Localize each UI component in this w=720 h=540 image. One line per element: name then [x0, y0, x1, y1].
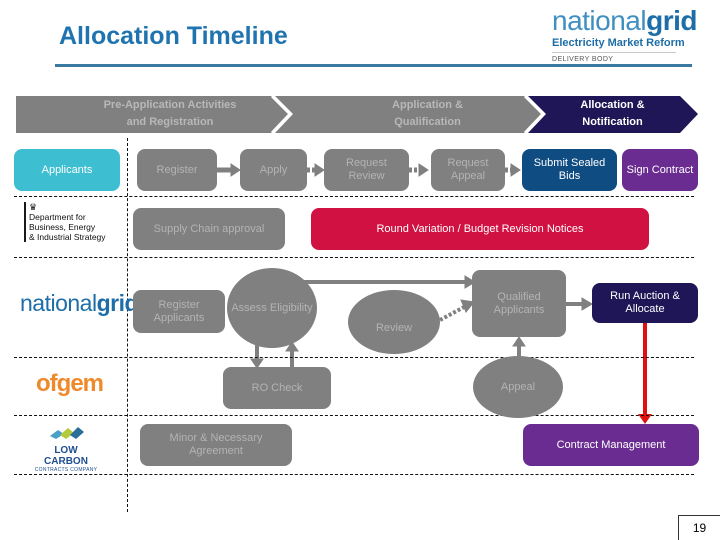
- step-register-applicants[interactable]: Register Applicants: [133, 290, 225, 333]
- step-submit-sealed-bids[interactable]: Submit Sealed Bids: [522, 149, 617, 191]
- phase-label-pre-application: Pre-Application Activities and Registrat…: [60, 97, 280, 131]
- step-supply-chain-approval[interactable]: Supply Chain approval: [133, 208, 285, 250]
- arrowhead: [230, 163, 241, 177]
- lane-label-divider: [127, 138, 128, 512]
- step-request-appeal[interactable]: Request Appeal: [431, 149, 505, 191]
- arrowhead: [512, 336, 526, 347]
- step-appeal[interactable]: Appeal: [473, 356, 563, 418]
- arrow-review-qualified: [439, 304, 467, 322]
- step-sign-contract[interactable]: Sign Contract: [622, 149, 698, 191]
- lane-applicants: Applicants: [14, 149, 120, 191]
- lccc-line2: CONTRACTS COMPANY: [34, 467, 98, 473]
- phase-label-allocation: Allocation & Notification: [550, 97, 675, 131]
- crest-icon: ♛: [29, 202, 38, 212]
- phase-line: Qualification: [394, 116, 461, 128]
- step-assess-eligibility[interactable]: Assess Eligibility: [227, 268, 317, 348]
- lane-divider: [14, 474, 694, 475]
- arrowhead: [510, 163, 521, 177]
- lane-divider: [14, 415, 694, 416]
- phase-line: Pre-Application Activities: [103, 99, 237, 111]
- lane-beis-logo: ♛ Department for Business, Energy & Indu…: [24, 202, 106, 242]
- beis-line: & Industrial Strategy: [29, 232, 106, 242]
- beis-line: Department for: [29, 212, 86, 222]
- step-ro-check[interactable]: RO Check: [223, 367, 331, 409]
- page-number: 19: [678, 515, 720, 540]
- phase-line: Notification: [582, 116, 643, 128]
- lane-ofgem-logo: ofgem: [36, 370, 104, 397]
- beis-line: Business, Energy: [29, 222, 96, 232]
- ng-bold: grid: [96, 290, 139, 316]
- lane-divider: [14, 357, 694, 358]
- step-review[interactable]: Review: [348, 290, 440, 354]
- phase-label-application: Application & Qualification: [320, 97, 535, 131]
- ng-light: national: [20, 290, 97, 316]
- lane-national-grid-logo: nationalgrid: [20, 290, 139, 317]
- lccc-wave-icon: [50, 427, 84, 439]
- arrowhead: [581, 297, 593, 311]
- lane-divider: [14, 196, 694, 197]
- step-contract-management[interactable]: Contract Management: [523, 424, 699, 466]
- lane-lccc-logo: LOW CARBON CONTRACTS COMPANY: [33, 426, 99, 473]
- phase-line: and Registration: [126, 116, 214, 128]
- step-register[interactable]: Register: [137, 149, 217, 191]
- lane-divider: [14, 257, 694, 258]
- step-request-review[interactable]: Request Review: [324, 149, 409, 191]
- arrowhead: [418, 163, 429, 177]
- step-minor-necessary-agreement[interactable]: Minor & Necessary Agreement: [140, 424, 292, 466]
- step-qualified-applicants[interactable]: Qualified Applicants: [472, 270, 566, 337]
- phase-line: Application &: [392, 99, 463, 111]
- step-apply[interactable]: Apply: [240, 149, 307, 191]
- phase-line: Allocation &: [580, 99, 645, 111]
- step-round-variation[interactable]: Round Variation / Budget Revision Notice…: [311, 208, 649, 250]
- arrowhead: [314, 163, 325, 177]
- lccc-line1: LOW CARBON: [44, 445, 88, 467]
- step-run-auction[interactable]: Run Auction & Allocate: [592, 283, 698, 323]
